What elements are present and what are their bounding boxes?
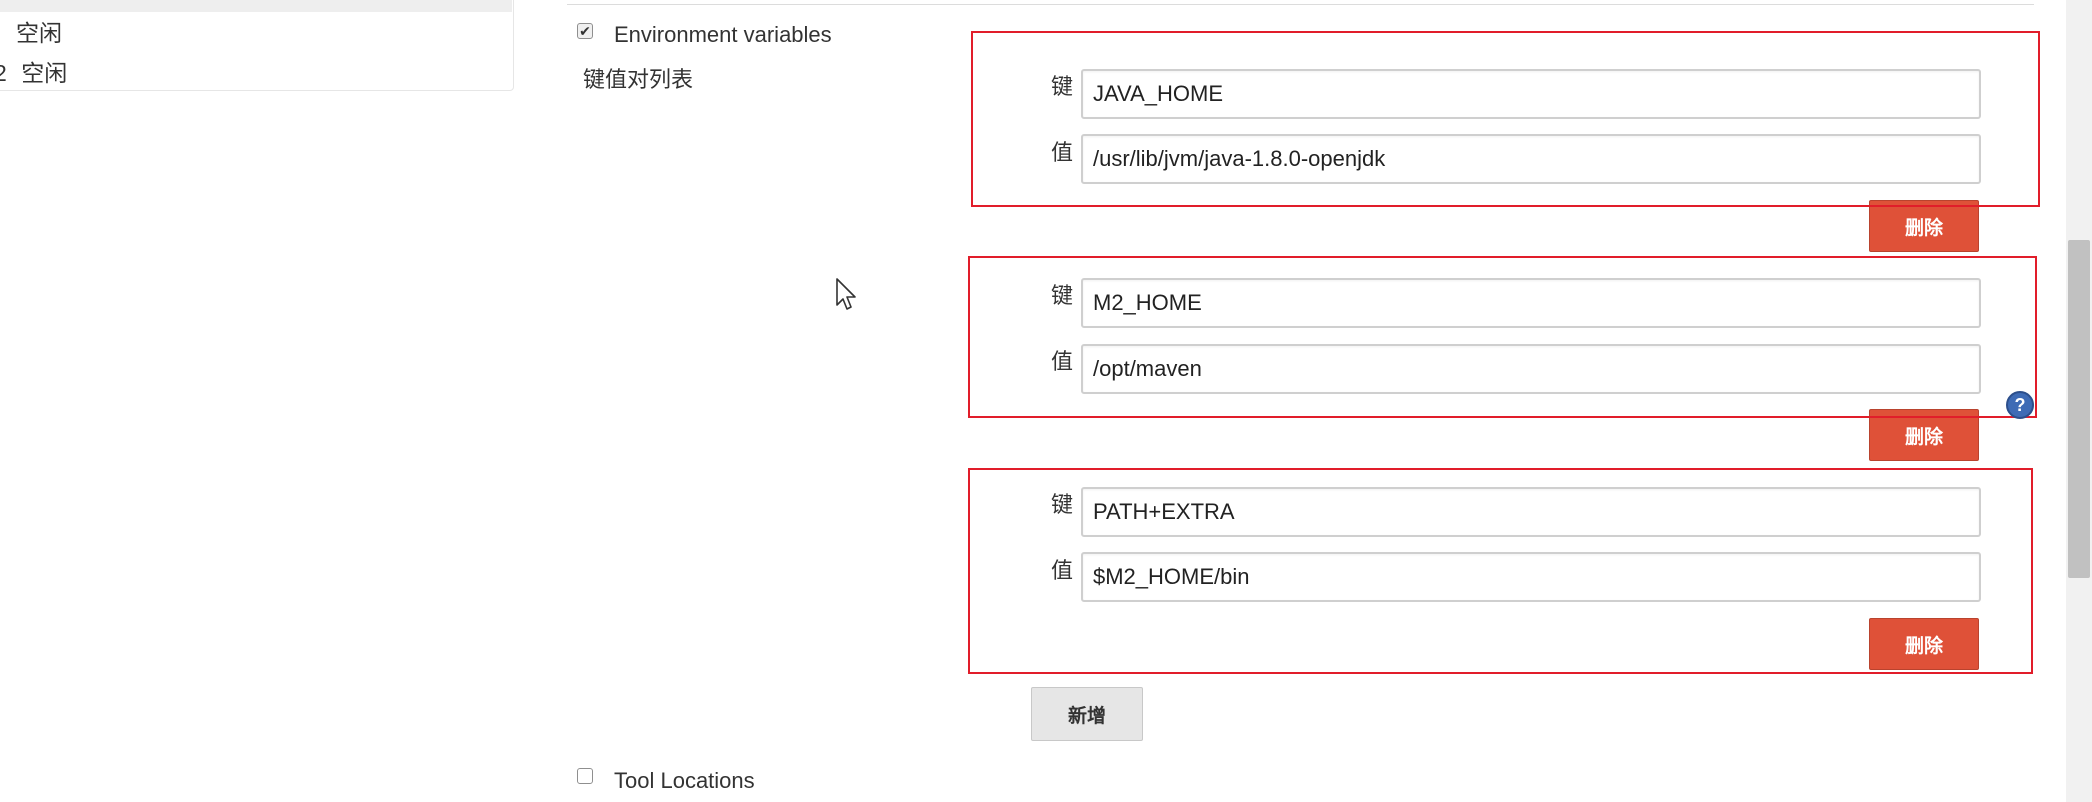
env-vars-checkbox[interactable]: ✔ [577, 23, 593, 39]
executor-status: 空闲 [16, 20, 62, 46]
highlight-box [968, 256, 2037, 418]
executor-item[interactable]: 空闲 [16, 14, 62, 48]
section-divider [567, 4, 2034, 5]
env-vars-label: Environment variables [614, 22, 832, 47]
highlight-box [971, 31, 2040, 207]
scrollbar-thumb[interactable] [2068, 240, 2090, 578]
executor-panel-header [0, 0, 512, 12]
checkbox-checked-icon: ✔ [579, 23, 591, 39]
delete-button[interactable]: 删除 [1869, 200, 1979, 252]
mouse-cursor-icon [836, 278, 856, 310]
executor-item[interactable]: 2 空闲 [0, 54, 67, 88]
help-icon[interactable]: ? [2006, 391, 2034, 419]
tool-locations-checkbox[interactable] [577, 768, 593, 784]
key-value-list-title: 键值对列表 [583, 67, 694, 92]
executor-panel [0, 0, 514, 91]
executor-status: 空闲 [21, 60, 68, 86]
executor-number: 2 [0, 60, 7, 86]
highlight-box [968, 468, 2033, 674]
add-button[interactable]: 新增 [1031, 687, 1143, 741]
tool-locations-label: Tool Locations [614, 768, 755, 793]
